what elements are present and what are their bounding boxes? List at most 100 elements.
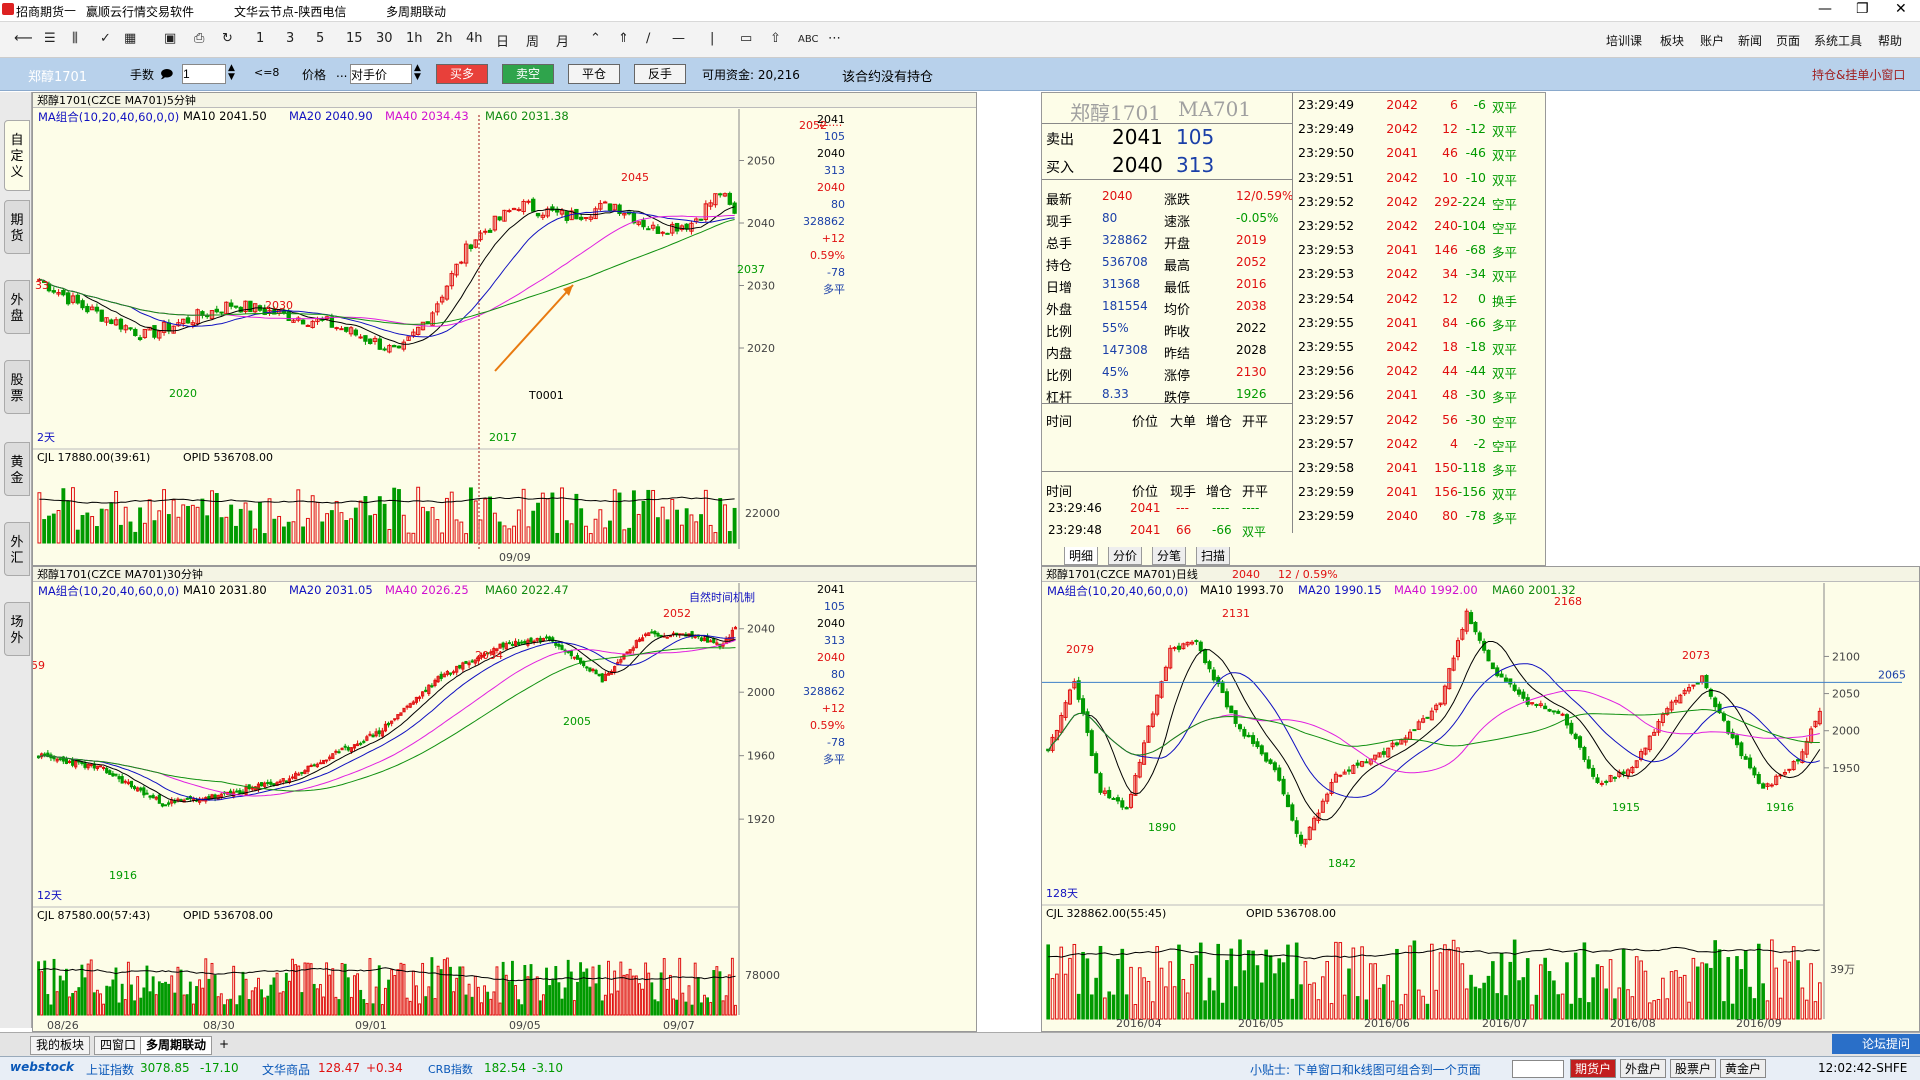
volume-bar [222, 1004, 226, 1016]
dash-sep: — [64, 3, 76, 17]
volume-bar [1634, 956, 1639, 1020]
volume-bar [305, 517, 310, 544]
annotation: 1842 [1328, 857, 1356, 870]
tick-cell: 双平 [1492, 148, 1518, 164]
workspace-tab-1[interactable]: 四窗口 [94, 1036, 143, 1055]
period-4[interactable]: 30 [376, 31, 393, 46]
chart-5min-pane[interactable]: 郑醇1701(CZCE MA701)5分钟 MA组合(10,20,40,60,0… [32, 92, 977, 566]
candle-body [507, 210, 512, 213]
quote-label2: 速涨 [1164, 215, 1191, 230]
period-6[interactable]: 2h [436, 31, 453, 46]
workspace-tab-0[interactable]: 我的板块 [30, 1036, 91, 1055]
chart-icon[interactable]: ▦ [124, 31, 136, 46]
status-input[interactable] [1512, 1060, 1564, 1078]
menu-2[interactable]: 账户 [1700, 32, 1724, 49]
quote-tab-3[interactable]: 扫描 [1196, 547, 1231, 565]
side-tab-1[interactable]: 期货 [4, 200, 30, 254]
up-arrow-icon[interactable]: ⌃ [590, 31, 601, 46]
period-1[interactable]: 3 [286, 31, 294, 46]
qty-stepper[interactable]: ▲ ▼ [228, 64, 235, 82]
candle-body [1176, 645, 1181, 650]
more-icon[interactable]: ⋯ [828, 31, 841, 46]
tick-cell: 2042 [1386, 290, 1418, 306]
text-tool-icon[interactable]: ABC [798, 34, 819, 45]
chart-30min-canvas[interactable]: 2040 2000 1960 1920 自然时间机制 2052 2034 2005 1916 59… [33, 567, 977, 1031]
side-tab-3[interactable]: 股票 [4, 360, 30, 414]
period-2[interactable]: 5 [316, 31, 324, 46]
price-input[interactable] [350, 64, 412, 84]
quote-pane: 郑醇1701 MA701 卖出 2041 105 买入 2040 313 最新 2040 涨跌 1… [1041, 92, 1546, 566]
period-7[interactable]: 4h [466, 31, 483, 46]
grid-icon[interactable]: ▣ [164, 31, 176, 46]
period-10[interactable]: 月 [556, 31, 569, 50]
account-button-0[interactable]: 期货户 [1570, 1059, 1617, 1078]
menu-4[interactable]: 页面 [1776, 32, 1800, 49]
quote-tab-1[interactable]: 分价 [1108, 547, 1143, 565]
side-tab-5[interactable]: 外汇 [4, 522, 30, 576]
workspace-tab-3[interactable]: + [214, 1036, 234, 1055]
reverse-button[interactable]: 反手 [634, 64, 686, 84]
price-stepper[interactable]: ▲ ▼ [414, 64, 421, 82]
candle-body [1346, 769, 1352, 772]
account-button-2[interactable]: 股票户 [1670, 1059, 1717, 1078]
menu-6[interactable]: 帮助 [1878, 32, 1902, 49]
close-position-button[interactable]: 平仓 [568, 64, 620, 84]
candle-body [699, 637, 703, 642]
menu-5[interactable]: 系统工具 [1814, 32, 1862, 49]
side-tab-2[interactable]: 外盘 [4, 280, 30, 334]
menu-0[interactable]: 培训课 [1606, 32, 1642, 49]
back-icon[interactable]: ⟵ [14, 31, 33, 46]
account-button-3[interactable]: 黄金户 [1720, 1059, 1767, 1078]
tick-cell: 23:29:57 [1298, 411, 1355, 427]
candle-body [241, 791, 245, 794]
tick-icon[interactable]: ✓ [100, 31, 111, 46]
candle-body [344, 326, 349, 332]
chart-daily-canvas[interactable]: 2100 2050 2000 1950 2065 2168 2131 2079 2073 1890… [1042, 567, 1920, 1031]
chart-30min-pane[interactable]: 郑醇1701(CZCE MA701)30分钟 MA组合(10,20,40,60,… [32, 566, 977, 1032]
menu-1[interactable]: 板块 [1660, 32, 1684, 49]
period-9[interactable]: 周 [526, 31, 539, 50]
refresh-icon[interactable]: ↻ [222, 31, 233, 46]
workspace-tab-2[interactable]: 多周期联动 [140, 1036, 213, 1055]
volume-bar [210, 962, 214, 1016]
save-icon[interactable]: ⎙ [194, 31, 204, 46]
quote-tab-2[interactable]: 分笔 [1152, 547, 1187, 565]
rect-tool-icon[interactable]: ▭ [740, 31, 752, 46]
quote-tab-0[interactable]: 明细 [1064, 547, 1099, 565]
candle-body [675, 632, 679, 635]
double-up-icon[interactable]: ⇑ [618, 31, 629, 46]
period-0[interactable]: 1 [256, 31, 264, 46]
line-tool-icon[interactable]: ∕ [646, 31, 650, 46]
candle-icon[interactable]: ⫼ [72, 31, 78, 46]
trade-header: 增仓 [1206, 415, 1233, 430]
vline-tool-icon[interactable]: | [710, 31, 714, 46]
y-tick-label: 2020 [747, 342, 775, 355]
hline-tool-icon[interactable]: — [672, 31, 685, 46]
sell-button[interactable]: 卖空 [502, 64, 554, 84]
forum-button[interactable]: 论坛提问 [1832, 1034, 1920, 1054]
account-button-1[interactable]: 外盘户 [1620, 1059, 1667, 1078]
quote-label2: 昨收 [1164, 325, 1191, 340]
side-tab-4[interactable]: 黄金 [4, 442, 30, 496]
buy-button[interactable]: 买多 [436, 64, 488, 84]
side-tab-0[interactable]: 自定义 [4, 120, 30, 191]
menu-3[interactable]: 新闻 [1738, 32, 1762, 49]
side-tab-6[interactable]: 场外 [4, 602, 30, 656]
volume-bar [1460, 963, 1465, 1020]
contract-label[interactable]: 郑醇1701 [28, 66, 87, 85]
list-icon[interactable]: ☰ [44, 31, 56, 46]
restore-icon[interactable]: ❐ [1856, 1, 1869, 17]
divider [1042, 123, 1292, 124]
minimize-icon[interactable]: — [1818, 1, 1832, 17]
position-window-link[interactable]: 持仓&挂单小窗口 [1812, 66, 1905, 83]
candle-body [102, 766, 106, 769]
period-5[interactable]: 1h [406, 31, 423, 46]
qty-input[interactable] [182, 64, 226, 84]
volume-bar [421, 506, 425, 544]
period-3[interactable]: 15 [346, 31, 363, 46]
close-icon[interactable]: ✕ [1895, 1, 1907, 17]
chart-daily-pane[interactable]: 郑醇1701(CZCE MA701)日线 2040 12 / 0.59% MA组… [1041, 566, 1920, 1032]
arrow-tool-icon[interactable]: ⇧ [770, 31, 781, 46]
period-8[interactable]: 日 [496, 31, 509, 50]
chart-5min-canvas[interactable]: 20502040203020202052←····204520372030202… [33, 93, 977, 565]
